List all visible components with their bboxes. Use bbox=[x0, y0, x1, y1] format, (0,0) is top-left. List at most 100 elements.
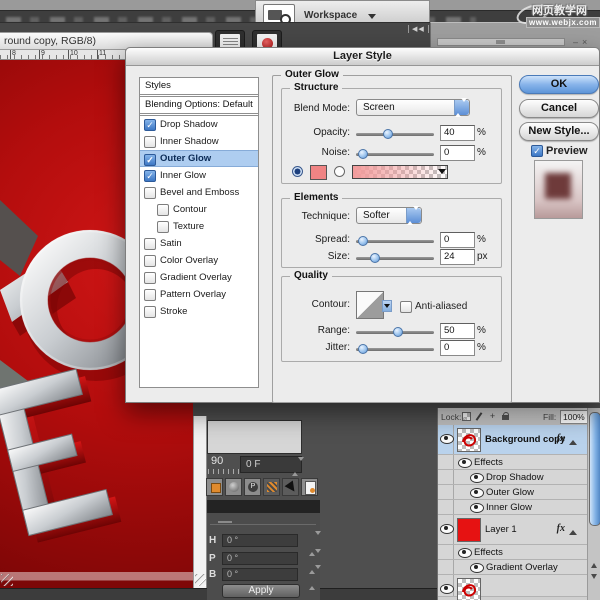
style-item-pattern-overlay[interactable]: Pattern Overlay bbox=[140, 286, 258, 303]
technique-dropdown[interactable]: Softer bbox=[356, 207, 422, 224]
effect-row-gradient-overlay[interactable]: Gradient Overlay bbox=[438, 560, 587, 575]
layer-thumbnail[interactable] bbox=[457, 578, 481, 600]
effect-row-effects[interactable]: Effects bbox=[438, 455, 587, 470]
timeline-scrubber[interactable] bbox=[437, 38, 565, 46]
slider-thumb[interactable] bbox=[358, 149, 368, 159]
snapshot-icon[interactable] bbox=[301, 478, 318, 496]
style-item-stroke[interactable]: Stroke bbox=[140, 303, 258, 320]
new-style-button[interactable]: New Style... bbox=[519, 122, 599, 141]
checkbox-icon[interactable] bbox=[144, 136, 156, 148]
anti-aliased-checkbox[interactable] bbox=[400, 301, 412, 313]
opacity-slider[interactable] bbox=[356, 133, 434, 136]
slider-thumb[interactable] bbox=[393, 327, 403, 337]
minimize-icon[interactable]: – bbox=[573, 37, 582, 47]
noise-slider[interactable] bbox=[356, 153, 434, 156]
axis-value-field[interactable]: 0 ° bbox=[222, 534, 298, 547]
size-field[interactable]: 24 bbox=[440, 249, 475, 265]
visibility-eye-icon[interactable] bbox=[470, 503, 484, 513]
visibility-eye-icon[interactable] bbox=[458, 548, 472, 558]
blending-options-item[interactable]: Blending Options: Default bbox=[140, 97, 258, 116]
checkbox-icon[interactable] bbox=[144, 187, 156, 199]
checkbox-icon[interactable] bbox=[144, 306, 156, 318]
dropdown-stepper-icon[interactable] bbox=[454, 100, 469, 115]
stepper-icon[interactable] bbox=[309, 569, 317, 581]
lock-move-icon[interactable]: + bbox=[488, 412, 497, 421]
stepper-icon[interactable] bbox=[292, 459, 299, 470]
contour-thumbnail[interactable] bbox=[356, 291, 384, 319]
style-item-drop-shadow[interactable]: ✓Drop Shadow bbox=[140, 116, 258, 133]
layer-row[interactable] bbox=[438, 575, 587, 597]
visibility-eye-icon[interactable] bbox=[440, 434, 454, 444]
scroll-up-icon[interactable] bbox=[591, 560, 597, 568]
stepper-icon[interactable] bbox=[309, 553, 317, 565]
effect-name[interactable]: Gradient Overlay bbox=[486, 562, 558, 573]
layer-thumbnail[interactable] bbox=[457, 518, 481, 542]
jitter-field[interactable]: 0 bbox=[440, 340, 475, 356]
effect-name[interactable]: Inner Glow bbox=[486, 502, 532, 513]
cursor-arrow-icon[interactable] bbox=[282, 478, 299, 496]
effect-row-outer-glow[interactable]: Outer Glow bbox=[438, 485, 587, 500]
slider-thumb[interactable] bbox=[358, 344, 368, 354]
style-item-gradient-overlay[interactable]: Gradient Overlay bbox=[140, 269, 258, 286]
slider-thumb[interactable] bbox=[370, 253, 380, 263]
model-mode-icon[interactable] bbox=[206, 478, 223, 496]
visibility-eye-icon[interactable] bbox=[458, 458, 472, 468]
checkbox-icon[interactable] bbox=[157, 204, 169, 216]
scrollbar-thumb[interactable] bbox=[589, 412, 600, 526]
checkbox-icon[interactable]: ✓ bbox=[144, 170, 156, 182]
visibility-eye-icon[interactable] bbox=[440, 524, 454, 534]
object-mode-icon[interactable] bbox=[225, 478, 242, 496]
edges-mode-icon[interactable] bbox=[263, 478, 280, 496]
effect-name[interactable]: Outer Glow bbox=[486, 487, 534, 498]
checkbox-icon[interactable] bbox=[144, 238, 156, 250]
axis-value-field[interactable]: 0 ° bbox=[222, 552, 298, 565]
resize-grip[interactable] bbox=[195, 574, 206, 586]
axis-value-field[interactable]: 0 ° bbox=[222, 568, 298, 581]
effect-name[interactable]: Effects bbox=[474, 547, 503, 558]
effect-name[interactable]: Effects bbox=[474, 457, 503, 468]
lock-all-icon[interactable] bbox=[501, 412, 510, 421]
layer-name[interactable]: Background copy bbox=[485, 434, 565, 445]
blend-mode-dropdown[interactable]: Screen bbox=[356, 99, 470, 116]
range-field[interactable]: 50 bbox=[440, 323, 475, 339]
spread-slider[interactable] bbox=[356, 240, 434, 243]
visibility-eye-icon[interactable] bbox=[440, 584, 454, 594]
gradient-radio[interactable] bbox=[334, 166, 345, 177]
style-item-inner-shadow[interactable]: Inner Shadow bbox=[140, 133, 258, 150]
ok-button[interactable]: OK bbox=[519, 75, 599, 94]
visibility-eye-icon[interactable] bbox=[470, 563, 484, 573]
gradient-picker[interactable] bbox=[352, 165, 448, 179]
layer-row-background-copy[interactable]: Background copyfx bbox=[438, 425, 587, 455]
workspace-dropdown[interactable]: Workspace bbox=[304, 10, 357, 21]
stepper-icon[interactable] bbox=[309, 535, 317, 547]
layer-name[interactable]: Layer 1 bbox=[485, 524, 517, 535]
collapse-effects-icon[interactable] bbox=[569, 436, 577, 445]
style-item-bevel-and-emboss[interactable]: Bevel and Emboss bbox=[140, 184, 258, 201]
lock-paint-icon[interactable] bbox=[475, 412, 484, 421]
layer-thumbnail[interactable] bbox=[457, 428, 481, 452]
visibility-eye-icon[interactable] bbox=[470, 488, 484, 498]
slider-thumb[interactable] bbox=[358, 236, 368, 246]
frame-field[interactable]: 0 F bbox=[240, 456, 302, 473]
contour-arrow-icon[interactable] bbox=[382, 300, 392, 312]
fx-icon[interactable]: fx bbox=[557, 433, 565, 444]
slider-thumb[interactable] bbox=[383, 129, 393, 139]
glow-color-swatch[interactable] bbox=[310, 165, 327, 180]
opacity-field[interactable]: 40 bbox=[440, 125, 475, 141]
preview-checkbox[interactable]: ✓ bbox=[531, 145, 543, 157]
color-radio[interactable] bbox=[292, 166, 303, 177]
lock-transparency-icon[interactable] bbox=[462, 412, 471, 421]
visibility-eye-icon[interactable] bbox=[470, 473, 484, 483]
scroll-down-icon[interactable] bbox=[591, 574, 597, 582]
effect-row-effects[interactable]: Effects bbox=[438, 545, 587, 560]
layers-scrollbar[interactable] bbox=[587, 408, 600, 600]
effect-row-inner-glow[interactable]: Inner Glow bbox=[438, 500, 587, 515]
dropdown-stepper-icon[interactable] bbox=[406, 208, 421, 223]
range-slider[interactable] bbox=[356, 331, 434, 334]
scrubber-thumb[interactable] bbox=[496, 40, 505, 44]
checkbox-icon[interactable] bbox=[144, 289, 156, 301]
dialog-title[interactable]: Layer Style bbox=[126, 48, 599, 66]
fx-icon[interactable]: fx bbox=[557, 523, 565, 534]
style-item-texture[interactable]: Texture bbox=[140, 218, 258, 235]
points-mode-icon[interactable]: P bbox=[244, 478, 261, 496]
